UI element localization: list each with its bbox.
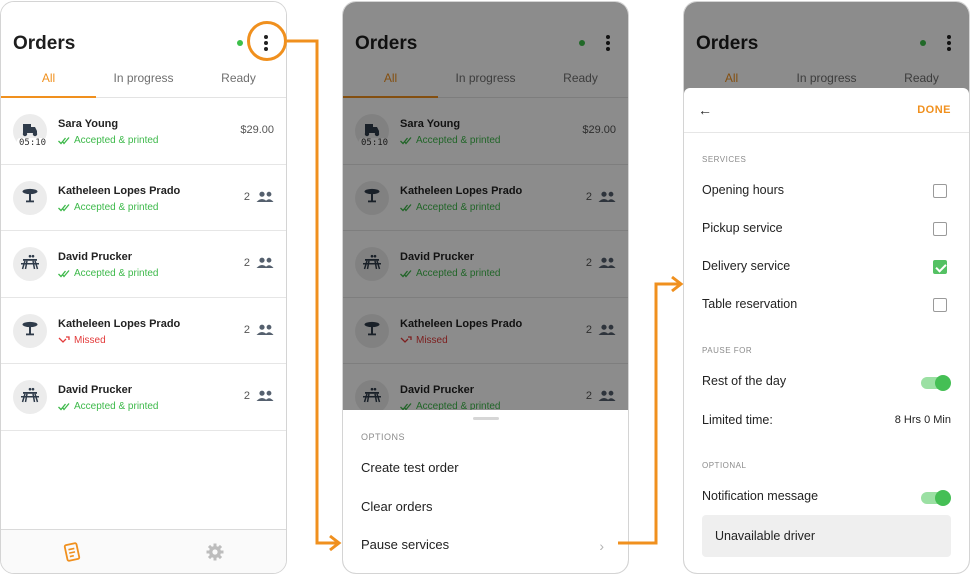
table-reservation-checkbox[interactable] xyxy=(933,298,947,312)
table-icon xyxy=(20,185,40,210)
double-check-icon xyxy=(58,270,70,278)
service-delivery[interactable]: Delivery service xyxy=(702,259,790,273)
pause-services-item[interactable]: Pause services xyxy=(361,537,449,552)
service-opening-hours[interactable]: Opening hours xyxy=(702,183,784,197)
order-status-text: Accepted & printed xyxy=(74,401,159,412)
online-status-dot xyxy=(237,40,243,46)
notification-message-input[interactable]: Unavailable driver xyxy=(702,515,951,557)
bottom-nav xyxy=(1,529,286,573)
order-row[interactable]: David Prucker Accepted & printed 2 xyxy=(1,364,286,431)
order-row[interactable]: Katheleen Lopes Prado Accepted & printed 2 xyxy=(1,164,286,231)
order-status: Accepted & printed xyxy=(58,268,159,279)
customer-name: David Prucker xyxy=(58,251,132,263)
sheet-handle[interactable] xyxy=(473,417,499,420)
rest-of-day-toggle[interactable] xyxy=(921,375,951,391)
order-timer: 05:10 xyxy=(17,138,49,148)
customer-name: Katheleen Lopes Prado xyxy=(58,317,181,330)
order-status-text: Accepted & printed xyxy=(74,201,159,213)
options-screen: Orders All In progress Ready 05:10 Sara Y… xyxy=(342,1,629,574)
rest-of-day-label: Rest of the day xyxy=(702,374,787,388)
opening-hours-checkbox[interactable] xyxy=(933,184,947,198)
missed-call-icon xyxy=(58,335,70,343)
orders-icon xyxy=(64,541,81,562)
order-type-avatar xyxy=(13,247,47,281)
tab-ready[interactable]: Ready xyxy=(191,70,286,98)
orders-screen: Orders All In progress Ready 05:10 Sara Y… xyxy=(0,1,287,574)
guest-count-value: 2 xyxy=(243,257,250,269)
order-status-text: Accepted & printed xyxy=(74,135,159,146)
order-row[interactable]: Katheleen Lopes Prado Missed 2 xyxy=(1,297,286,364)
order-type-avatar xyxy=(13,380,47,414)
chevron-right-icon: › xyxy=(599,538,604,554)
delivery-service-checkbox[interactable] xyxy=(933,260,947,274)
nav-settings[interactable] xyxy=(144,530,287,573)
guest-count-value: 2 xyxy=(243,323,250,336)
guest-count: 2 xyxy=(244,257,274,269)
clear-orders-item[interactable]: Clear orders xyxy=(361,499,433,514)
customer-name: Sara Young xyxy=(58,118,119,130)
create-test-order-item[interactable]: Create test order xyxy=(361,460,459,475)
order-status-text: Accepted & printed xyxy=(74,268,159,279)
order-status: Missed xyxy=(58,335,106,346)
service-pickup[interactable]: Pickup service xyxy=(702,221,783,235)
pause-services-screen: Orders All In progress Ready ← DONE SERV… xyxy=(683,1,970,574)
order-status-text: Missed xyxy=(74,334,106,346)
orders-header: Orders All In progress Ready xyxy=(1,2,286,98)
order-tabs: All In progress Ready xyxy=(1,70,286,98)
guests-icon xyxy=(256,324,274,335)
flow-arrow-1-head xyxy=(329,534,342,552)
optional-section-label: OPTIONAL xyxy=(702,461,747,470)
highlight-ring xyxy=(247,21,287,61)
flow-arrow-2-head xyxy=(671,275,684,293)
nav-orders[interactable] xyxy=(1,530,144,573)
divider xyxy=(684,132,969,133)
customer-name: David Prucker xyxy=(58,384,132,396)
guest-count: 2 xyxy=(244,324,274,336)
picnic-table-icon xyxy=(20,252,40,277)
flow-arrow-1 xyxy=(287,39,338,545)
order-status: Accepted & printed xyxy=(58,135,159,146)
notification-message-text: Unavailable driver xyxy=(715,529,816,543)
guest-count: 2 xyxy=(244,390,274,402)
order-row[interactable]: 05:10 Sara Young Accepted & printed $29.00 xyxy=(1,98,286,165)
double-check-icon xyxy=(58,403,70,411)
limited-time-label[interactable]: Limited time: xyxy=(702,413,773,427)
pause-services-panel: ← DONE SERVICES Opening hours Pickup ser… xyxy=(684,88,969,573)
options-section-label: OPTIONS xyxy=(361,432,406,442)
guests-icon xyxy=(256,257,274,268)
double-check-icon xyxy=(58,203,70,212)
customer-name: Katheleen Lopes Prado xyxy=(58,184,181,197)
guest-count: 2 xyxy=(244,191,274,203)
order-row[interactable]: David Prucker Accepted & printed 2 xyxy=(1,231,286,298)
page-title: Orders xyxy=(13,33,76,54)
guest-count-value: 2 xyxy=(243,190,250,203)
order-type-avatar xyxy=(13,313,47,348)
pickup-service-checkbox[interactable] xyxy=(933,222,947,236)
tab-all[interactable]: All xyxy=(1,70,96,98)
double-check-icon xyxy=(58,137,70,145)
service-table-reservation[interactable]: Table reservation xyxy=(702,297,797,311)
options-bottom-sheet: OPTIONS Create test order Clear orders P… xyxy=(343,410,628,573)
notification-message-toggle[interactable] xyxy=(921,490,951,506)
tab-in-progress[interactable]: In progress xyxy=(96,70,191,98)
guests-icon xyxy=(256,390,274,401)
order-status: Accepted & printed xyxy=(58,202,159,213)
guest-count-value: 2 xyxy=(243,390,250,402)
pause-for-section-label: PAUSE FOR xyxy=(702,346,753,355)
guests-icon xyxy=(256,191,274,202)
limited-time-value[interactable]: 8 Hrs 0 Min xyxy=(895,414,951,426)
back-arrow-icon[interactable]: ← xyxy=(698,102,712,118)
notification-message-label: Notification message xyxy=(702,489,819,503)
services-section-label: SERVICES xyxy=(702,155,747,164)
order-status: Accepted & printed xyxy=(58,401,159,412)
order-list: 05:10 Sara Young Accepted & printed $29.00 K… xyxy=(1,98,286,431)
stage: Orders All In progress Ready 05:10 Sara Y… xyxy=(0,0,970,575)
picnic-table-icon xyxy=(20,385,40,410)
done-button[interactable]: DONE xyxy=(917,104,951,116)
order-total: $29.00 xyxy=(240,124,274,136)
settings-gear-icon xyxy=(206,543,224,560)
order-type-avatar xyxy=(13,180,47,215)
table-icon xyxy=(20,318,40,343)
